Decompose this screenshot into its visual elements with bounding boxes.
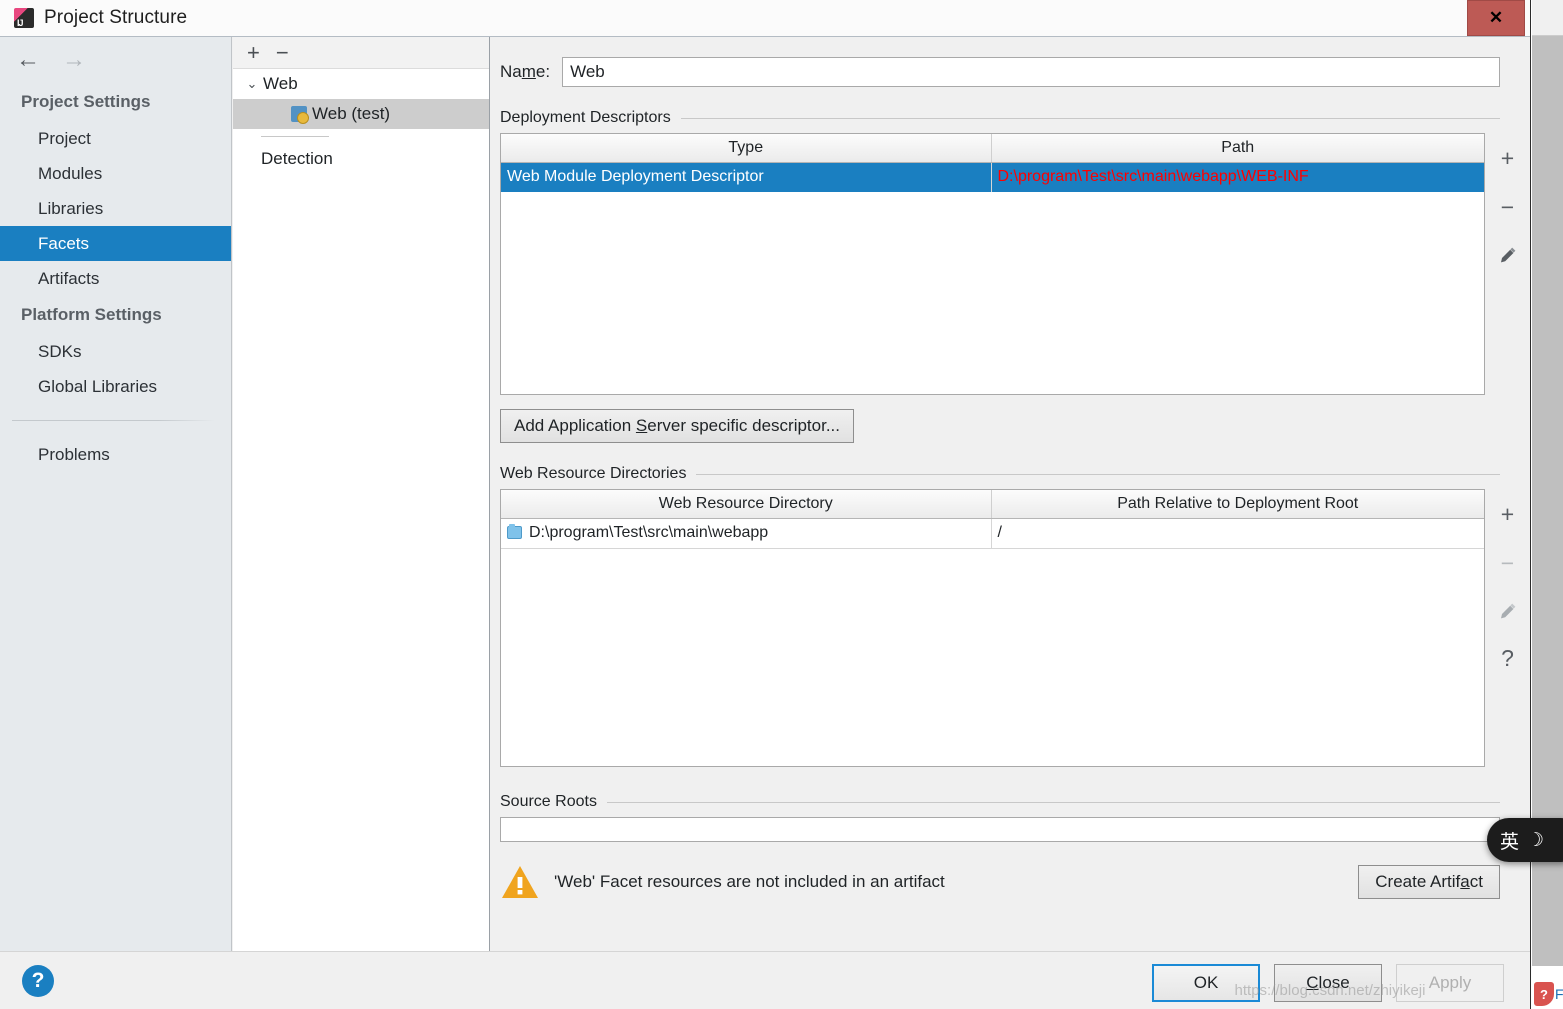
tree-node-label: Web — [263, 74, 298, 93]
web-resource-directories-section-title: Web Resource Directories — [500, 465, 1500, 483]
project-structure-dialog: Project Structure ✕ ← → Project Settings… — [0, 0, 1563, 1009]
facet-tree-toolbar: + − — [233, 37, 489, 69]
add-descriptor-button[interactable]: + — [1501, 147, 1514, 170]
remove-facet-icon[interactable]: − — [276, 41, 289, 64]
footer-button-group: OK Close Apply — [1152, 964, 1504, 1002]
web-resource-directory-cell: D:\program\Test\src\main\webapp — [501, 518, 992, 549]
name-field-label: Name: — [500, 62, 551, 81]
sidebar-item-modules[interactable]: Modules — [0, 156, 231, 191]
source-roots-list[interactable] — [500, 817, 1500, 842]
column-header-path[interactable]: Path — [991, 134, 1484, 163]
tree-divider — [261, 136, 329, 137]
sidebar-item-libraries[interactable]: Libraries — [0, 191, 231, 226]
section-rule — [606, 801, 1500, 803]
chevron-down-icon[interactable]: ⌄ — [241, 76, 263, 92]
remove-resource-dir-button: − — [1500, 550, 1515, 576]
deployment-descriptors-section-title: Deployment Descriptors — [500, 109, 1500, 127]
add-resource-dir-button[interactable]: + — [1501, 503, 1514, 526]
tree-node-detection[interactable]: Detection — [233, 144, 489, 174]
descriptor-path-cell: D:\program\Test\src\main\webapp\WEB-INF — [991, 162, 1484, 192]
web-resource-directories-table: Web Resource Directory Path Relative to … — [500, 489, 1485, 767]
sidebar-item-artifacts[interactable]: Artifacts — [0, 261, 231, 296]
source-roots-section-title: Source Roots — [500, 793, 1500, 811]
ok-button[interactable]: OK — [1152, 964, 1260, 1002]
relative-path-cell: / — [991, 518, 1484, 549]
tree-node-label: Web (test) — [312, 104, 391, 123]
window-title: Project Structure — [44, 7, 188, 28]
apply-button: Apply — [1396, 964, 1504, 1002]
section-rule — [680, 117, 1500, 119]
title-bar: Project Structure — [0, 0, 1530, 36]
deployment-descriptors-block: Type Path Web Module Deployment Descript… — [500, 133, 1530, 395]
help-button[interactable]: ? — [22, 965, 54, 997]
help-resource-dir-button[interactable]: ? — [1501, 647, 1514, 670]
section-rule — [696, 473, 1500, 475]
tree-node-web[interactable]: ⌄ Web — [233, 69, 489, 99]
sidebar-item-project[interactable]: Project — [0, 121, 231, 156]
section-label: Deployment Descriptors — [500, 109, 671, 126]
tree-node-label: Detection — [261, 149, 333, 168]
web-resource-directory-text: D:\program\Test\src\main\webapp — [529, 524, 769, 541]
add-facet-icon[interactable]: + — [247, 41, 260, 64]
dialog-body: ← → Project Settings Project Modules Lib… — [0, 36, 1530, 952]
descriptor-type-cell: Web Module Deployment Descriptor — [501, 162, 992, 192]
column-header-path-relative[interactable]: Path Relative to Deployment Root — [991, 490, 1484, 519]
folder-icon — [507, 524, 522, 539]
sidebar-item-global-libraries[interactable]: Global Libraries — [0, 369, 231, 404]
facet-details-panel: Name: Deployment Descriptors Type Path — [491, 37, 1530, 952]
sidebar-item-facets[interactable]: Facets — [0, 226, 231, 261]
name-field-row: Name: — [491, 37, 1530, 87]
tree-node-web-test[interactable]: Web (test) — [233, 99, 489, 129]
section-label: Source Roots — [500, 793, 597, 810]
gutter-top — [1532, 0, 1563, 36]
edit-descriptor-button[interactable] — [1498, 245, 1518, 265]
remove-descriptor-button[interactable]: − — [1501, 196, 1514, 219]
warning-triangle-icon — [500, 864, 540, 900]
moon-icon[interactable]: ☽ — [1527, 829, 1544, 852]
sidebar-divider — [12, 420, 215, 421]
web-resource-directories-actions: + − ? — [1485, 489, 1530, 767]
ime-indicator[interactable]: 英 ☽ — [1487, 818, 1563, 862]
column-header-type[interactable]: Type — [501, 134, 992, 163]
intellij-idea-icon — [14, 8, 34, 28]
forward-arrow-icon[interactable]: → — [62, 48, 86, 72]
add-app-server-descriptor-button[interactable]: Add Application Server specific descript… — [500, 409, 855, 443]
section-label: Web Resource Directories — [500, 465, 687, 482]
web-resource-directories-block: Web Resource Directory Path Relative to … — [500, 489, 1530, 767]
ime-mode-label[interactable]: 英 — [1500, 827, 1519, 854]
close-button[interactable]: Close — [1274, 964, 1382, 1002]
table-row[interactable]: Web Module Deployment Descriptor D:\prog… — [501, 162, 1484, 192]
edit-resource-dir-button — [1498, 601, 1518, 621]
create-artifact-button[interactable]: Create Artifact — [1358, 865, 1500, 899]
deployment-descriptors-actions: + − — [1485, 133, 1530, 395]
column-header-web-resource-directory[interactable]: Web Resource Directory — [501, 490, 992, 519]
close-icon[interactable]: ✕ — [1467, 0, 1525, 36]
settings-sidebar: ← → Project Settings Project Modules Lib… — [0, 37, 232, 952]
gutter-label: Fv — [1555, 986, 1563, 1002]
sidebar-item-problems[interactable]: Problems — [0, 437, 231, 472]
web-facet-icon — [291, 106, 309, 124]
table-row[interactable]: D:\program\Test\src\main\webapp / — [501, 518, 1484, 549]
facet-tree-panel: + − ⌄ Web Web (test) Detection — [233, 37, 490, 952]
deployment-descriptors-table: Type Path Web Module Deployment Descript… — [500, 133, 1485, 395]
sidebar-group-platform-settings: Platform Settings — [21, 305, 162, 324]
artifact-warning-text: 'Web' Facet resources are not included i… — [554, 872, 945, 891]
sidebar-item-sdks[interactable]: SDKs — [0, 334, 231, 369]
artifact-warning-row: 'Web' Facet resources are not included i… — [500, 864, 1500, 900]
back-arrow-icon[interactable]: ← — [16, 48, 40, 72]
nav-history-controls: ← → — [0, 37, 231, 83]
name-input[interactable] — [562, 57, 1500, 87]
dialog-footer: ? OK Close Apply — [0, 951, 1530, 1009]
sidebar-group-project-settings: Project Settings — [21, 92, 151, 111]
